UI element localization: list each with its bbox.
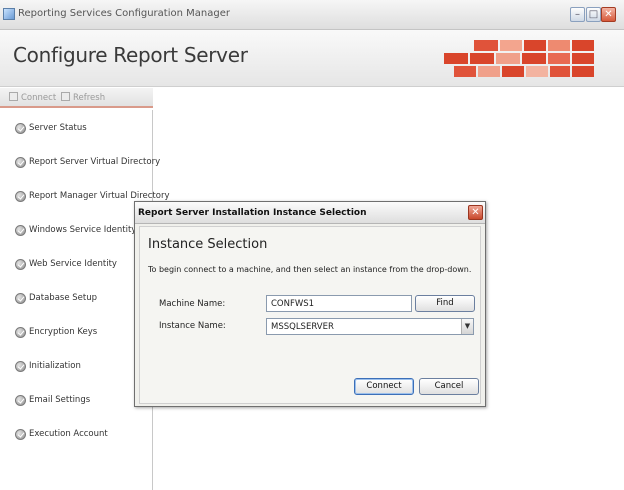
check-icon xyxy=(15,327,26,338)
config-manager-window: Reporting Services Configuration Manager… xyxy=(0,0,624,490)
check-icon xyxy=(15,429,26,440)
check-icon xyxy=(15,191,26,202)
window-title: Reporting Services Configuration Manager xyxy=(18,8,230,19)
toolbar-refresh-button[interactable]: Refresh xyxy=(61,92,105,103)
machine-name-input[interactable]: CONFWS1 xyxy=(266,295,412,312)
toolbar: Connect Refresh xyxy=(0,88,153,108)
find-button[interactable]: Find xyxy=(415,295,475,312)
toolbar-connect-button[interactable]: Connect xyxy=(9,92,56,103)
dialog-body: Instance Selection To begin connect to a… xyxy=(139,226,481,404)
check-icon xyxy=(15,361,26,372)
connect-button[interactable]: Connect xyxy=(354,378,414,395)
page-header: Configure Report Server xyxy=(0,30,624,87)
page-title: Configure Report Server xyxy=(13,43,248,67)
check-icon xyxy=(15,293,26,304)
sidebar: Server Status Report Server Virtual Dire… xyxy=(0,110,170,490)
dialog-heading: Instance Selection xyxy=(148,237,268,252)
check-icon xyxy=(15,123,26,134)
close-icon: ✕ xyxy=(471,207,480,218)
dialog-close-button[interactable]: ✕ xyxy=(468,205,483,220)
check-icon xyxy=(15,395,26,406)
close-icon: ✕ xyxy=(604,9,613,20)
instance-name-label: Instance Name: xyxy=(159,321,226,331)
close-button[interactable]: ✕ xyxy=(601,7,616,22)
check-icon xyxy=(15,259,26,270)
toolbar-refresh-label: Refresh xyxy=(73,93,106,103)
chevron-down-icon[interactable]: ▼ xyxy=(461,319,473,334)
minimize-icon: – xyxy=(575,9,580,20)
instance-name-select[interactable]: MSSQLSERVER ▼ xyxy=(266,318,474,335)
title-bar: Reporting Services Configuration Manager… xyxy=(0,0,624,30)
instance-selection-dialog: Report Server Installation Instance Sele… xyxy=(134,201,486,407)
connect-icon xyxy=(9,92,18,101)
dialog-title: Report Server Installation Instance Sele… xyxy=(138,208,367,218)
refresh-icon xyxy=(61,92,70,101)
check-icon xyxy=(15,225,26,236)
machine-name-label: Machine Name: xyxy=(159,299,226,309)
cancel-button[interactable]: Cancel xyxy=(419,378,479,395)
app-icon xyxy=(3,8,15,20)
maximize-button[interactable]: □ xyxy=(586,7,601,22)
toolbar-connect-label: Connect xyxy=(21,93,57,103)
dialog-title-bar: Report Server Installation Instance Sele… xyxy=(135,202,485,224)
check-icon xyxy=(15,157,26,168)
minimize-button[interactable]: – xyxy=(570,7,585,22)
maximize-icon: □ xyxy=(588,9,599,20)
instance-name-value: MSSQLSERVER xyxy=(271,322,334,332)
dialog-description: To begin connect to a machine, and then … xyxy=(148,265,472,274)
